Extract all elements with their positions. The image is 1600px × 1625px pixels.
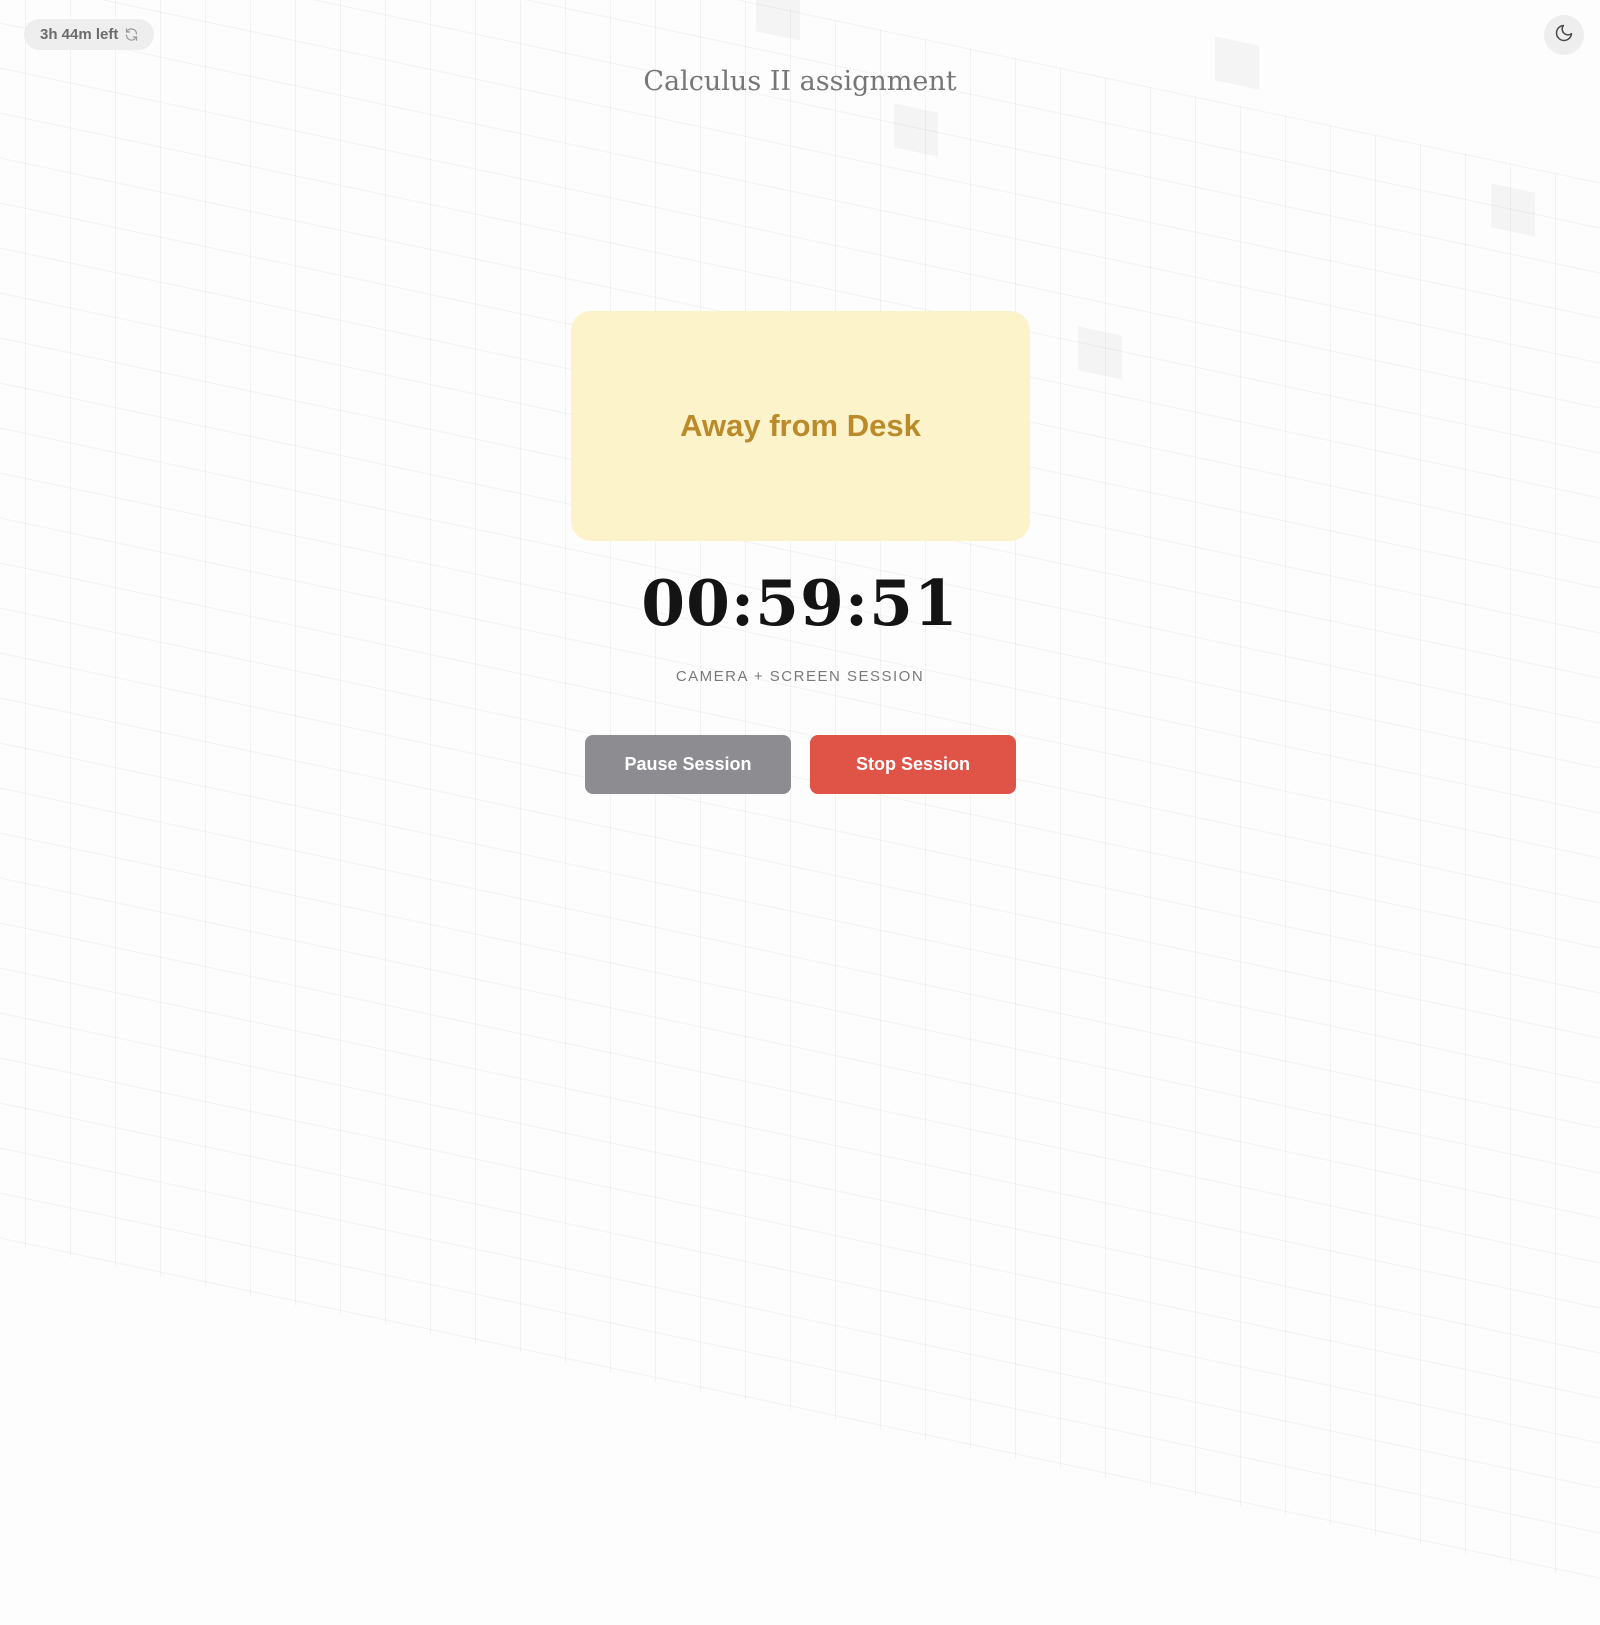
status-card: Away from Desk — [571, 311, 1030, 541]
time-left-label: 3h 44m left — [40, 26, 119, 43]
grid-background — [0, 0, 1600, 1625]
background-tile — [1078, 326, 1122, 379]
theme-toggle-button[interactable] — [1544, 15, 1584, 55]
moon-icon — [1554, 23, 1574, 48]
background-tile — [894, 103, 938, 156]
page-title: Calculus II assignment — [643, 66, 957, 97]
session-mode-label: CAMERA + SCREEN SESSION — [675, 668, 925, 685]
time-left-badge[interactable]: 3h 44m left — [24, 19, 155, 50]
pause-session-button[interactable]: Pause Session — [585, 735, 791, 794]
background-tile — [1491, 183, 1535, 236]
session-timer: 00:59:51 — [641, 566, 959, 640]
stop-session-button[interactable]: Stop Session — [810, 735, 1016, 794]
refresh-icon[interactable] — [124, 27, 139, 42]
status-label: Away from Desk — [680, 408, 921, 443]
background-tile — [756, 0, 800, 41]
